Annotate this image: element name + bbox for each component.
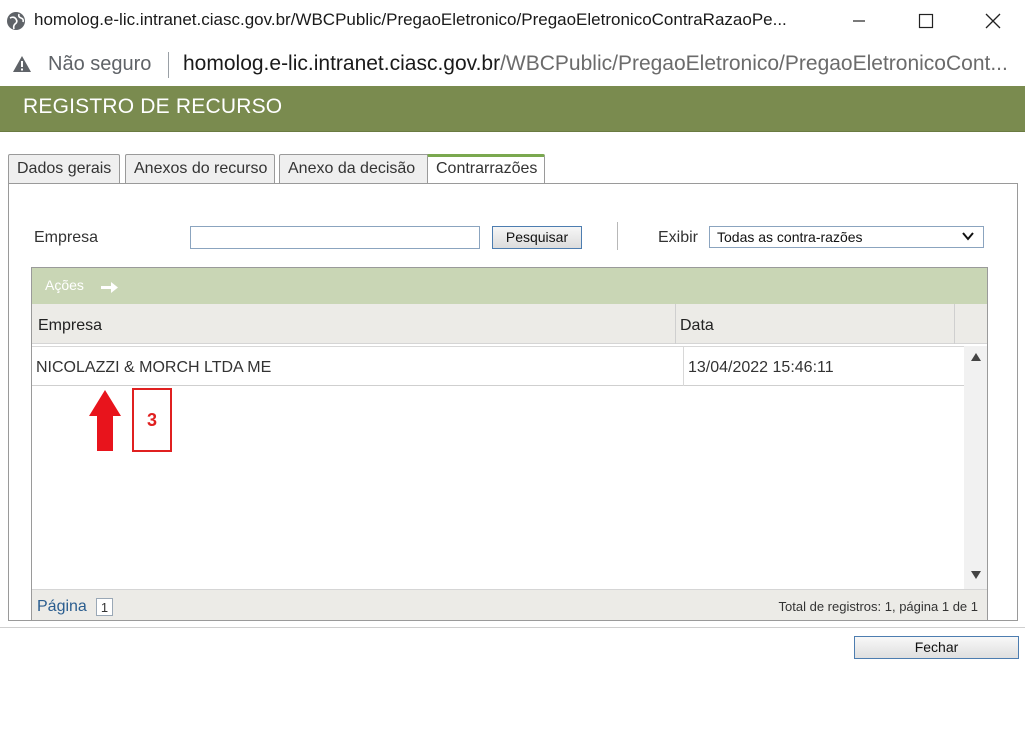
globe-icon [7,12,25,30]
page-header: REGISTRO DE RECURSO [0,86,1025,132]
vertical-scrollbar[interactable] [964,346,987,589]
close-button[interactable]: Fechar [854,636,1019,659]
chevron-down-icon [962,232,974,241]
column-divider [954,304,955,344]
column-header-empresa[interactable]: Empresa [38,317,102,335]
close-window-button[interactable] [970,0,1016,42]
warning-icon[interactable] [12,54,32,74]
url-host: homolog.e-lic.intranet.ciasc.gov.br [183,52,501,75]
actions-label[interactable]: Ações [45,277,84,293]
window-title: homolog.e-lic.intranet.ciasc.gov.br/WBCP… [34,10,787,29]
grid-actions-bar[interactable]: Ações [32,268,987,304]
tab-anexos-do-recurso[interactable]: Anexos do recurso [125,154,275,184]
security-status[interactable]: Não seguro [48,53,151,76]
footer-divider [0,627,1025,628]
total-records: Total de registros: 1, página 1 de 1 [778,599,978,614]
empresa-input[interactable] [190,226,480,249]
close-icon [985,13,1001,29]
cell-data: 13/04/2022 15:46:11 [688,359,834,376]
url-text[interactable]: homolog.e-lic.intranet.ciasc.gov.br/WBCP… [183,52,1008,76]
filter-separator [617,222,618,250]
grid-footer: Página 1 Total de registros: 1, página 1… [32,589,987,620]
minimize-icon [853,20,865,22]
column-divider [675,304,676,344]
red-arrow-up-icon [89,390,121,451]
column-header-data[interactable]: Data [680,317,714,335]
grid-header: Empresa Data [32,304,987,344]
empresa-label: Empresa [34,229,99,246]
address-bar[interactable]: Não seguro homolog.e-lic.intranet.ciasc.… [0,42,1025,86]
scroll-down-icon[interactable] [970,570,982,580]
window-title-bar: homolog.e-lic.intranet.ciasc.gov.br/WBCP… [0,0,1025,42]
annotation-step-label: 3 [132,388,172,452]
search-button[interactable]: Pesquisar [492,226,582,249]
cell-empresa: NICOLAZZI & MORCH LTDA ME [36,359,272,376]
exibir-selected-value: Todas as contra-razões [717,229,863,245]
pagination-label: Página [37,598,87,615]
scroll-up-icon[interactable] [970,352,982,362]
tab-dados-gerais[interactable]: Dados gerais [8,154,120,184]
exibir-label: Exibir [658,229,699,246]
tab-anexo-da-decisao[interactable]: Anexo da decisão [279,154,432,184]
minimize-button[interactable] [836,0,882,42]
address-separator [168,52,169,78]
page-number-input[interactable]: 1 [96,598,113,616]
page-title: REGISTRO DE RECURSO [23,95,283,118]
exibir-select[interactable]: Todas as contra-razões [709,226,984,248]
maximize-icon [918,13,934,29]
arrow-right-icon[interactable] [98,278,120,296]
maximize-button[interactable] [903,0,949,42]
tab-contrarrazoes[interactable]: Contrarrazões [427,154,545,184]
table-row[interactable]: NICOLAZZI & MORCH LTDA ME 13/04/2022 15:… [32,346,964,386]
cell-divider [683,347,684,386]
url-path: /WBCPublic/PregaoEletronico/PregaoEletro… [500,52,1008,75]
